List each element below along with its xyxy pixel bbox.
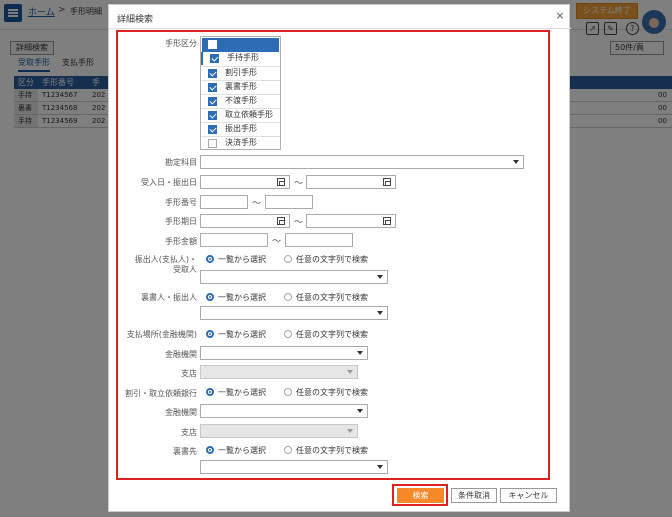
calendar-icon[interactable] — [277, 217, 285, 225]
label-shiten: 支店 — [181, 428, 197, 437]
close-icon[interactable]: × — [553, 9, 567, 23]
date-from-input[interactable] — [200, 175, 290, 189]
checkbox-icon[interactable] — [208, 83, 217, 92]
radio-label: 任意の文字列で検索 — [296, 388, 368, 397]
range-tilde: ～ — [294, 218, 304, 228]
checkbox-icon[interactable] — [208, 111, 217, 120]
kingaku-from-input[interactable] — [200, 233, 268, 247]
label-kinyu-kikan: 金融機関 — [165, 350, 197, 359]
kubun-checkbox-list: 手持手形 割引手形 裏書手形 不渡手形 取立依頼手形 振出手形 決済手形 — [200, 36, 281, 150]
label-tegata-no: 手形番号 — [165, 198, 197, 207]
radio-list-select[interactable] — [206, 255, 214, 263]
radio-list-select[interactable] — [206, 446, 214, 454]
furidashi-select[interactable] — [200, 270, 388, 284]
shiten-select — [200, 424, 358, 438]
radio-label: 任意の文字列で検索 — [296, 330, 368, 339]
calendar-icon[interactable] — [383, 178, 391, 186]
label-waribiki-bank: 割引・取立依頼銀行 — [125, 389, 197, 398]
label-uragakisaki: 裏書先 — [173, 447, 197, 456]
label-furidashi-line2: 受取人 — [173, 265, 197, 274]
range-tilde: ～ — [272, 237, 282, 247]
range-tilde: ～ — [252, 199, 262, 209]
shiten-select — [200, 365, 358, 379]
radio-list-select[interactable] — [206, 330, 214, 338]
radio-text-search[interactable] — [284, 255, 292, 263]
checkbox-icon[interactable] — [208, 97, 217, 106]
chevron-down-icon — [377, 465, 383, 469]
kubun-option[interactable]: 割引手形 — [201, 66, 280, 79]
chevron-down-icon — [513, 160, 519, 164]
radio-list-select[interactable] — [206, 293, 214, 301]
chevron-down-icon — [357, 409, 363, 413]
kubun-option[interactable]: 手持手形 — [201, 52, 280, 65]
chevron-down-icon — [347, 370, 353, 374]
chevron-down-icon — [377, 275, 383, 279]
kubun-option[interactable]: 決済手形 — [201, 136, 280, 149]
radio-label: 一覧から選択 — [218, 255, 266, 264]
radio-list-select[interactable] — [206, 388, 214, 396]
kubun-option[interactable]: 取立依頼手形 — [201, 108, 280, 121]
clear-conditions-button[interactable]: 条件取消 — [451, 488, 497, 503]
radio-label: 一覧から選択 — [218, 388, 266, 397]
checkbox-icon[interactable] — [210, 54, 219, 63]
calendar-icon[interactable] — [383, 217, 391, 225]
radio-label: 任意の文字列で検索 — [296, 255, 368, 264]
checkbox-icon[interactable] — [208, 139, 217, 148]
radio-label: 任意の文字列で検索 — [296, 446, 368, 455]
divider — [109, 28, 571, 29]
select-all-checkbox[interactable] — [208, 40, 217, 49]
kinyu-kikan-select[interactable] — [200, 404, 368, 418]
label-shiten: 支店 — [181, 369, 197, 378]
kingaku-to-input[interactable] — [285, 233, 353, 247]
label-uragaki: 裏書人・振出人 — [141, 293, 197, 302]
chevron-down-icon — [347, 429, 353, 433]
kubun-option[interactable]: 振出手形 — [201, 122, 280, 135]
kubun-option[interactable]: 裏書手形 — [201, 80, 280, 93]
kijitsu-to-input[interactable] — [306, 214, 396, 228]
kubun-option[interactable]: 不渡手形 — [201, 94, 280, 107]
select-all-row[interactable] — [202, 38, 279, 52]
radio-text-search[interactable] — [284, 446, 292, 454]
radio-text-search[interactable] — [284, 330, 292, 338]
label-kinyu-kikan: 金融機関 — [165, 408, 197, 417]
label-tegata-kubun: 手形区分 — [165, 39, 197, 48]
radio-text-search[interactable] — [284, 388, 292, 396]
radio-label: 任意の文字列で検索 — [296, 293, 368, 302]
label-tegata-kijitsu: 手形期日 — [165, 217, 197, 226]
chevron-down-icon — [357, 351, 363, 355]
radio-text-search[interactable] — [284, 293, 292, 301]
search-button[interactable]: 検索 — [397, 488, 444, 503]
label-ukeire-date: 受入日・振出日 — [141, 178, 197, 187]
label-shiharai-basho: 支払場所(金融機関) — [126, 330, 197, 339]
range-tilde: ～ — [294, 179, 304, 189]
kanjo-kamoku-select[interactable] — [200, 155, 524, 169]
date-to-input[interactable] — [306, 175, 396, 189]
dialog-title: 詳細検索 — [117, 15, 154, 25]
cancel-button[interactable]: キャンセル — [500, 488, 557, 503]
label-kanjo-kamoku: 勘定科目 — [165, 158, 197, 167]
chevron-down-icon — [377, 311, 383, 315]
radio-label: 一覧から選択 — [218, 293, 266, 302]
radio-label: 一覧から選択 — [218, 330, 266, 339]
kijitsu-from-input[interactable] — [200, 214, 290, 228]
calendar-icon[interactable] — [277, 178, 285, 186]
checkbox-icon[interactable] — [208, 69, 217, 78]
uragakisaki-select[interactable] — [200, 460, 388, 474]
uragaki-select[interactable] — [200, 306, 388, 320]
kinyu-kikan-select[interactable] — [200, 346, 368, 360]
radio-label: 一覧から選択 — [218, 446, 266, 455]
tegata-no-from-input[interactable] — [200, 195, 248, 209]
tegata-no-to-input[interactable] — [265, 195, 313, 209]
checkbox-icon[interactable] — [208, 125, 217, 134]
label-tegata-kingaku: 手形金額 — [165, 237, 197, 246]
